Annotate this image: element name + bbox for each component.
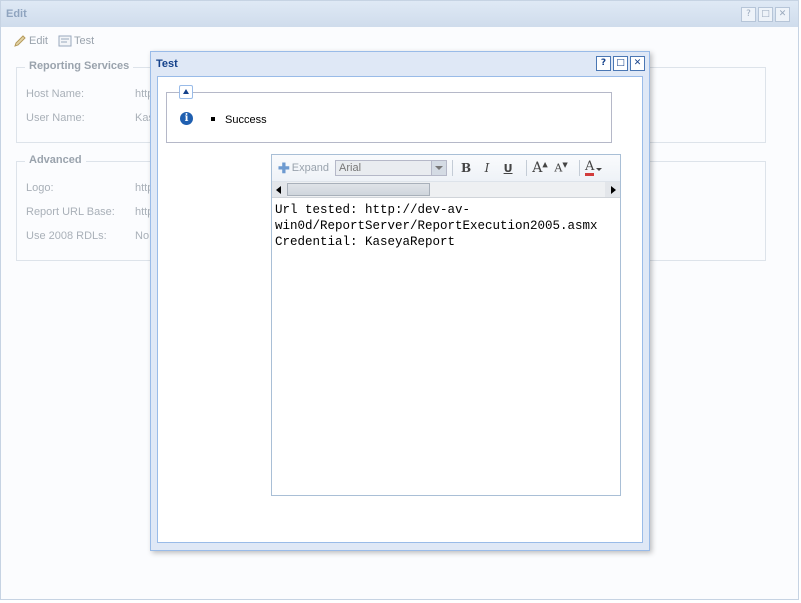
scroll-right-icon[interactable]: [605, 182, 620, 197]
chevron-down-icon: [431, 161, 447, 175]
result-fieldset: i Success: [166, 85, 612, 143]
edit-window-tools: ? □ ✕: [741, 7, 790, 22]
italic-icon[interactable]: I: [479, 161, 495, 175]
editor-toolbar: ✚ Expand Arial B I U A▲ A▼ A: [272, 155, 620, 182]
use-2008-rdls-label: Use 2008 RDLs:: [26, 230, 107, 242]
edit-window-header: Edit ? □ ✕: [1, 1, 798, 27]
font-color-icon: A: [585, 158, 595, 176]
edit-button[interactable]: Edit: [13, 34, 48, 48]
underline-icon[interactable]: U: [500, 162, 516, 175]
font-color-button[interactable]: A: [585, 158, 603, 176]
reporting-services-legend: Reporting Services: [25, 60, 134, 72]
edit-button-label: Edit: [29, 35, 48, 47]
edit-toolbar: Edit Test: [13, 34, 94, 48]
help-icon[interactable]: ?: [741, 7, 756, 22]
scroll-left-icon[interactable]: [272, 182, 287, 197]
help-icon[interactable]: ?: [596, 56, 611, 71]
advanced-legend: Advanced: [25, 154, 86, 166]
host-name-label: Host Name:: [26, 88, 85, 100]
test-dialog: Test ? □ ✕ i Success ✚ Expand Arial B I …: [150, 51, 650, 551]
toolbar-separator: [579, 160, 581, 176]
bold-icon[interactable]: B: [458, 161, 474, 175]
test-button-label: Test: [73, 35, 95, 47]
close-icon[interactable]: ✕: [630, 56, 645, 71]
font-family-value: Arial: [339, 162, 362, 174]
chevron-down-icon: [596, 167, 603, 171]
toolbar-separator: [452, 160, 454, 176]
test-icon: [58, 35, 72, 47]
toolbar-separator: [526, 160, 528, 176]
use-2008-rdls-value: No: [135, 230, 150, 242]
test-button[interactable]: Test: [58, 34, 94, 48]
user-name-label: User Name:: [26, 112, 85, 124]
maximize-icon[interactable]: □: [613, 56, 628, 71]
edit-window-title: Edit: [6, 8, 27, 20]
test-dialog-title: Test: [156, 58, 178, 70]
test-dialog-header[interactable]: Test ? □ ✕: [151, 52, 649, 74]
grow-font-icon[interactable]: A▲: [532, 160, 548, 176]
font-family-select[interactable]: Arial: [335, 160, 448, 176]
scroll-thumb[interactable]: [287, 183, 430, 196]
maximize-icon[interactable]: □: [758, 7, 773, 22]
report-url-base-label: Report URL Base:: [26, 206, 115, 218]
result-text[interactable]: Url tested: http://dev-av- win0d/ReportS…: [275, 202, 618, 250]
plus-icon: ✚: [278, 159, 290, 176]
expand-button[interactable]: ✚ Expand: [278, 159, 330, 176]
logo-label: Logo:: [26, 182, 54, 194]
shrink-font-icon[interactable]: A▼: [553, 161, 569, 175]
test-dialog-body: i Success ✚ Expand Arial B I U A▲ A▼ A U…: [157, 76, 643, 543]
pencil-icon: [14, 35, 26, 47]
result-list: Success: [211, 114, 267, 126]
collapse-icon[interactable]: [179, 85, 193, 99]
test-dialog-tools: ? □ ✕: [596, 56, 645, 71]
result-editor: ✚ Expand Arial B I U A▲ A▼ A Url tested:…: [271, 154, 621, 496]
expand-label: Expand: [291, 162, 330, 174]
result-item-success: Success: [211, 114, 267, 126]
horizontal-scrollbar[interactable]: [272, 182, 620, 198]
close-icon[interactable]: ✕: [775, 7, 790, 22]
info-icon: i: [180, 112, 193, 125]
